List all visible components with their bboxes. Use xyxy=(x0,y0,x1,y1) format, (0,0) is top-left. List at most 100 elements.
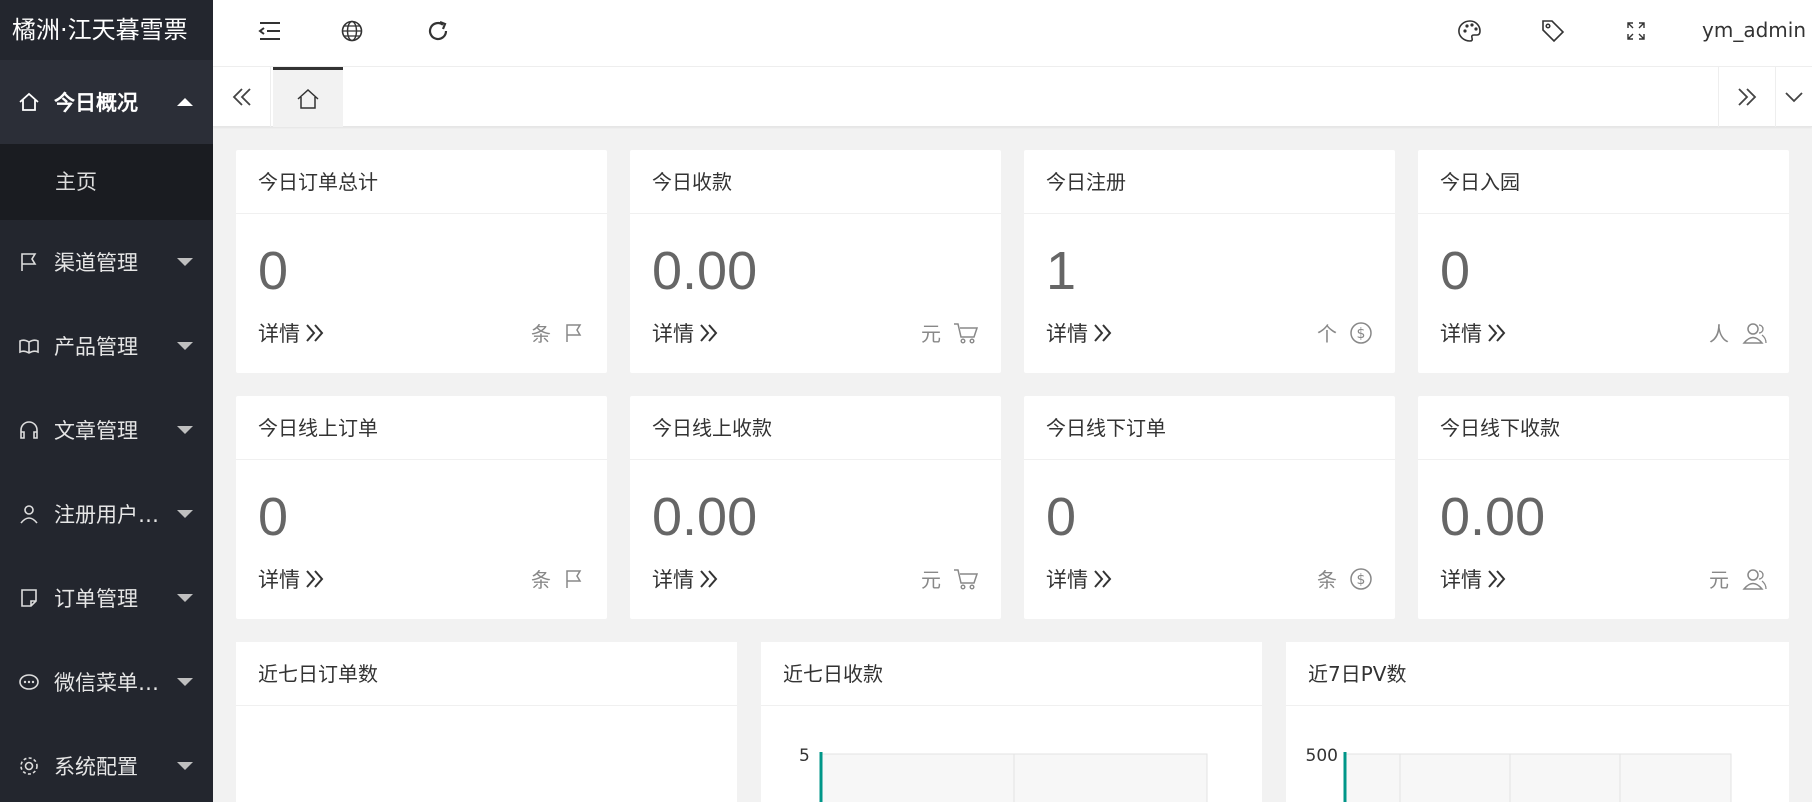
sidebar-item-label: 今日概况 xyxy=(54,91,138,115)
menu-collapse-icon[interactable] xyxy=(255,16,285,46)
detail-label: 详情 xyxy=(1440,568,1482,592)
detail-link[interactable]: 详情 xyxy=(1440,564,1510,594)
users-icon xyxy=(1742,568,1767,590)
chart-card-revenue: 近七日收款 5 xyxy=(761,642,1262,802)
caret-down-icon xyxy=(177,426,193,434)
tab-scroll-right-button[interactable] xyxy=(1718,67,1776,127)
card-title: 今日订单总计 xyxy=(236,150,607,214)
card-title: 今日收款 xyxy=(630,150,1001,214)
tab-bar xyxy=(213,67,1812,127)
stat-card-park-entries: 今日入园 0 详情 人 xyxy=(1418,150,1789,373)
sidebar-item-users[interactable]: 注册用户… xyxy=(0,472,213,556)
detail-link[interactable]: 详情 xyxy=(258,318,328,348)
user-icon xyxy=(18,503,40,525)
sidebar-item-overview[interactable]: 今日概况 xyxy=(0,60,213,144)
chart-card-order-count: 近七日订单数 xyxy=(236,642,737,802)
card-title: 今日线上收款 xyxy=(630,396,1001,460)
detail-link[interactable]: 详情 xyxy=(652,564,722,594)
sidebar-item-wechat-menu[interactable]: 微信菜单… xyxy=(0,640,213,724)
card-title: 今日线上订单 xyxy=(236,396,607,460)
detail-link[interactable]: 详情 xyxy=(652,318,722,348)
dollar-icon: $ xyxy=(1350,567,1372,590)
detail-label: 详情 xyxy=(652,568,694,592)
card-title: 今日线下收款 xyxy=(1418,396,1789,460)
refresh-icon[interactable] xyxy=(423,16,453,46)
svg-text:$: $ xyxy=(1357,326,1366,342)
unit-label: 条 xyxy=(531,322,551,346)
stat-card-online-revenue: 今日线上收款 0.00 详情 元 xyxy=(630,396,1001,619)
stat-card-offline-orders: 今日线下订单 0 详情 条 $ xyxy=(1024,396,1395,619)
caret-down-icon xyxy=(177,762,193,770)
tab-options-dropdown[interactable] xyxy=(1776,67,1812,127)
chart-plot-area xyxy=(819,752,1208,802)
users-icon xyxy=(1742,322,1767,344)
unit-label: 条 xyxy=(531,568,551,592)
globe-icon[interactable] xyxy=(337,16,367,46)
caret-down-icon xyxy=(177,678,193,686)
sidebar-item-products[interactable]: 产品管理 xyxy=(0,304,213,388)
card-value: 0 xyxy=(1440,241,1471,301)
tab-scroll-left-button[interactable] xyxy=(213,67,271,127)
card-value: 1 xyxy=(1046,241,1077,301)
unit-label: 个 xyxy=(1317,322,1337,346)
flag-icon xyxy=(18,251,40,273)
unit-label: 元 xyxy=(921,568,941,592)
gear-icon xyxy=(18,755,40,777)
sidebar-item-label: 产品管理 xyxy=(54,335,138,359)
user-menu[interactable]: ym_admin xyxy=(1702,18,1806,42)
plot-background xyxy=(1344,753,1732,802)
card-unit: 条 $ xyxy=(1317,564,1373,593)
chart-title: 近7日PV数 xyxy=(1286,642,1789,706)
double-chevron-right-icon xyxy=(1488,324,1506,342)
sidebar-item-label: 注册用户… xyxy=(54,503,159,527)
detail-link[interactable]: 详情 xyxy=(258,564,328,594)
fullscreen-icon[interactable] xyxy=(1621,16,1651,46)
card-unit: 元 xyxy=(921,318,979,347)
double-chevron-right-icon xyxy=(1094,570,1112,588)
double-chevron-right-icon xyxy=(306,324,324,342)
brand-title: 橘洲·江天暮雪票 xyxy=(12,16,188,44)
detail-link[interactable]: 详情 xyxy=(1046,564,1116,594)
stat-card-online-orders: 今日线上订单 0 详情 条 xyxy=(236,396,607,619)
home-icon xyxy=(18,91,40,113)
card-unit: 条 xyxy=(531,318,585,347)
sidebar-item-label: 渠道管理 xyxy=(54,251,138,275)
flag-icon xyxy=(566,569,582,588)
double-chevron-right-icon xyxy=(1738,88,1757,106)
detail-link[interactable]: 详情 xyxy=(1440,318,1510,348)
card-unit: 个 $ xyxy=(1317,318,1373,347)
detail-link[interactable]: 详情 xyxy=(1046,318,1116,348)
double-chevron-right-icon xyxy=(1488,570,1506,588)
card-title: 今日入园 xyxy=(1418,150,1789,214)
tab-home[interactable] xyxy=(273,67,343,127)
double-chevron-left-icon xyxy=(232,88,251,106)
chevron-down-icon xyxy=(1785,92,1803,103)
card-unit: 条 xyxy=(531,564,585,593)
chart-title: 近七日收款 xyxy=(761,642,1262,706)
stat-card-registrations: 今日注册 1 详情 个 $ xyxy=(1024,150,1395,373)
tag-icon[interactable] xyxy=(1538,16,1568,46)
sidebar-item-system-config[interactable]: 系统配置 xyxy=(0,724,213,802)
detail-label: 详情 xyxy=(1046,568,1088,592)
double-chevron-right-icon xyxy=(1094,324,1112,342)
unit-label: 元 xyxy=(921,322,941,346)
book-icon xyxy=(18,335,40,357)
sidebar-item-orders[interactable]: 订单管理 xyxy=(0,556,213,640)
palette-icon[interactable] xyxy=(1455,16,1485,46)
stat-card-orders-total: 今日订单总计 0 详情 条 xyxy=(236,150,607,373)
card-value: 0.00 xyxy=(652,241,758,301)
caret-up-icon xyxy=(177,98,193,106)
sidebar-item-articles[interactable]: 文章管理 xyxy=(0,388,213,472)
detail-label: 详情 xyxy=(258,322,300,346)
sidebar-item-channels[interactable]: 渠道管理 xyxy=(0,220,213,304)
double-chevron-right-icon xyxy=(700,570,718,588)
sidebar-subitem-home[interactable]: 主页 xyxy=(0,144,213,220)
unit-label: 元 xyxy=(1709,568,1729,592)
detail-label: 详情 xyxy=(652,322,694,346)
chart-card-pv: 近7日PV数 500 xyxy=(1286,642,1789,802)
sidebar-item-label: 订单管理 xyxy=(54,587,138,611)
unit-label: 条 xyxy=(1317,568,1337,592)
card-unit: 人 xyxy=(1709,318,1767,347)
detail-label: 详情 xyxy=(258,568,300,592)
caret-down-icon xyxy=(177,342,193,350)
